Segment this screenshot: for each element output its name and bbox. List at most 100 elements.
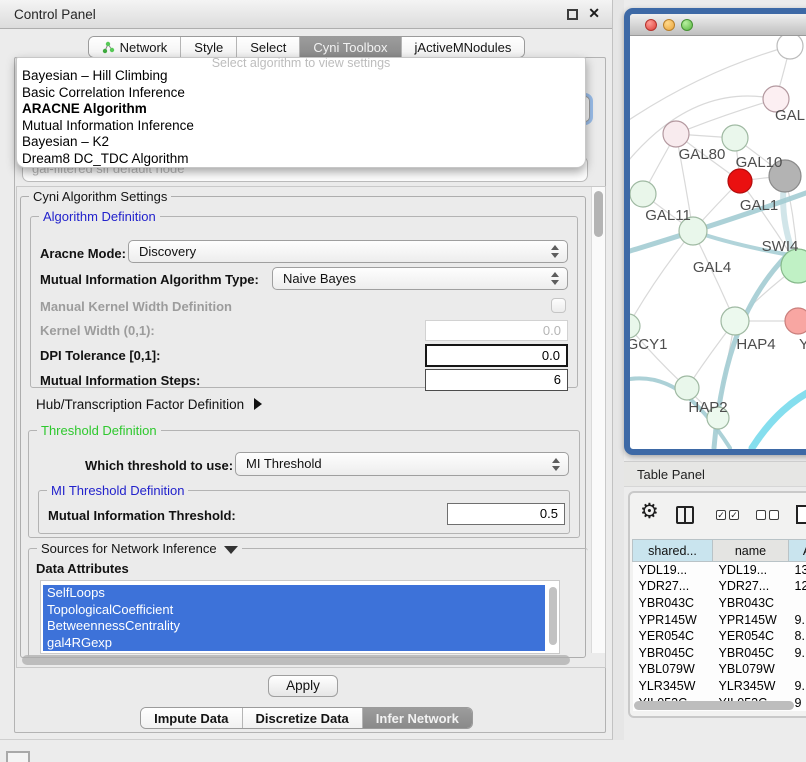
tab-infer-network[interactable]: Infer Network (363, 708, 472, 728)
tab-style[interactable]: Style (181, 37, 237, 57)
node-y (785, 308, 806, 334)
algorithm-option[interactable]: Dream8 DC_TDC Algorithm (17, 151, 585, 168)
tab-select[interactable]: Select (237, 37, 300, 57)
float-window-icon[interactable] (567, 9, 578, 20)
cell[interactable]: YBR043C (713, 595, 789, 612)
node-label: SWI4 (762, 238, 799, 255)
algorithm-option[interactable]: Bayesian – Hill Climbing (17, 68, 585, 85)
tab-cyni-toolbox[interactable]: Cyni Toolbox (300, 37, 401, 57)
close-traffic-light[interactable] (645, 19, 657, 31)
list-item-selected[interactable]: SelfLoops (43, 585, 545, 602)
mi-steps-field[interactable]: 6 (425, 369, 568, 391)
cell[interactable]: YLR345W (713, 678, 789, 695)
network-canvas[interactable]: GAL GAL80 GAL10 GAL1 GAL11 GAL4 SWI4 GCY… (630, 36, 806, 449)
cell[interactable]: 8. (789, 628, 806, 645)
collapse-down-icon[interactable] (224, 546, 238, 554)
sources-collapse-header[interactable]: Sources for Network Inference (37, 541, 242, 556)
manual-kernel-checkbox[interactable] (551, 298, 566, 313)
cell[interactable]: YBR045C (633, 644, 713, 661)
table-row[interactable]: YER054CYER054C8. (633, 628, 806, 645)
cell[interactable]: YDR27... (713, 578, 789, 595)
minimize-traffic-light[interactable] (663, 19, 675, 31)
dpi-tolerance-field[interactable]: 0.0 (425, 344, 568, 367)
tab-impute-data[interactable]: Impute Data (141, 708, 242, 728)
panel-divider[interactable] (613, 0, 624, 740)
export-table-icon[interactable] (796, 505, 806, 524)
tab-label: Infer Network (376, 711, 459, 726)
gear-icon[interactable]: ⚙ (640, 501, 659, 523)
cell[interactable]: 9. (789, 611, 806, 628)
cell[interactable]: YDR27... (633, 578, 713, 595)
cell[interactable] (789, 661, 806, 678)
which-threshold-combo[interactable]: MI Threshold (235, 452, 569, 476)
aracne-mode-combo[interactable]: Discovery (128, 240, 568, 263)
list-scrollbar-thumb[interactable] (549, 587, 557, 645)
table-row[interactable]: YBR043CYBR043C (633, 595, 806, 612)
cell[interactable]: YER054C (633, 628, 713, 645)
cell[interactable]: YBL079W (633, 661, 713, 678)
node-hap4 (721, 307, 749, 335)
algorithm-option-selected[interactable]: ARACNE Algorithm (17, 101, 585, 118)
columns-icon[interactable] (676, 506, 694, 524)
list-item-selected[interactable]: TopologicalCoefficient (43, 602, 545, 619)
node-label: GCY1 (630, 336, 667, 353)
algorithm-option[interactable]: Basic Correlation Inference (17, 85, 585, 102)
node-label: GAL (775, 107, 805, 124)
table-horizontal-scrollbar[interactable] (634, 701, 794, 710)
cell[interactable]: 12 (789, 578, 806, 595)
expand-right-icon[interactable] (254, 398, 262, 410)
table-row[interactable]: YDL19...YDL19...13 (633, 562, 806, 579)
column-header-name[interactable]: name (713, 540, 789, 562)
cell[interactable]: 13 (789, 562, 806, 579)
tab-label: Style (194, 40, 223, 55)
scrollbar-thumb[interactable] (594, 191, 603, 237)
cell[interactable]: YER054C (713, 628, 789, 645)
combo-value: MI Threshold (246, 456, 322, 471)
show-all-columns-icon[interactable]: ✓ ✓ (716, 510, 739, 520)
cell[interactable]: YBR045C (713, 644, 789, 661)
close-icon[interactable]: ✕ (588, 5, 600, 22)
settings-vertical-scrollbar[interactable] (591, 187, 605, 653)
column-header-shared-name[interactable]: shared... (633, 540, 713, 562)
mi-threshold-field[interactable]: 0.5 (447, 503, 565, 525)
cell[interactable]: YDL19... (713, 562, 789, 579)
tab-network[interactable]: Network (89, 37, 182, 57)
mi-algorithm-type-combo[interactable]: Naive Bayes (272, 267, 568, 290)
network-window-titlebar[interactable] (630, 14, 806, 36)
network-view-window[interactable]: GAL GAL80 GAL10 GAL1 GAL11 GAL4 SWI4 GCY… (624, 8, 806, 455)
table-row[interactable]: YPR145WYPR145W9. (633, 611, 806, 628)
algorithm-option[interactable]: Mutual Information Inference (17, 118, 585, 135)
checked-box-icon: ✓ (716, 510, 726, 520)
algorithm-option[interactable]: Bayesian – K2 (17, 134, 585, 151)
kernel-width-label: Kernel Width (0,1): (40, 323, 155, 338)
cell[interactable]: YDL19... (633, 562, 713, 579)
table-row[interactable]: YLR345WYLR345W9. (633, 678, 806, 695)
hide-all-columns-icon[interactable] (756, 510, 779, 520)
cell[interactable]: YBL079W (713, 661, 789, 678)
kernel-width-field[interactable]: 0.0 (425, 320, 568, 341)
cell[interactable]: YBR043C (633, 595, 713, 612)
cell[interactable]: 9. (789, 678, 806, 695)
cell[interactable]: YLR345W (633, 678, 713, 695)
cell[interactable] (789, 595, 806, 612)
list-item-selected[interactable]: BetweennessCentrality (43, 618, 545, 635)
cell[interactable]: YPR145W (713, 611, 789, 628)
zoom-traffic-light[interactable] (681, 19, 693, 31)
table-row[interactable]: YDR27...YDR27...12 (633, 578, 806, 595)
collapsed-panel-icon[interactable] (6, 751, 30, 762)
apply-button[interactable]: Apply (268, 675, 338, 697)
combo-value: Naive Bayes (283, 271, 356, 286)
column-header[interactable]: A (789, 540, 806, 562)
tab-jactivemnodules[interactable]: jActiveMNodules (402, 37, 525, 57)
tab-discretize-data[interactable]: Discretize Data (243, 708, 363, 728)
data-attributes-list[interactable]: SelfLoops TopologicalCoefficient Between… (40, 580, 560, 654)
cell[interactable]: 9. (789, 644, 806, 661)
table-row[interactable]: YBR045CYBR045C9. (633, 644, 806, 661)
which-threshold-label: Which threshold to use: (85, 458, 233, 473)
cell[interactable]: YPR145W (633, 611, 713, 628)
checked-box-icon: ✓ (729, 510, 739, 520)
node-label: GAL80 (679, 146, 726, 163)
table-row[interactable]: YBL079WYBL079W (633, 661, 806, 678)
hub-definition-expander[interactable]: Hub/Transcription Factor Definition (36, 397, 262, 412)
list-item-selected[interactable]: gal4RGexp (43, 635, 545, 652)
